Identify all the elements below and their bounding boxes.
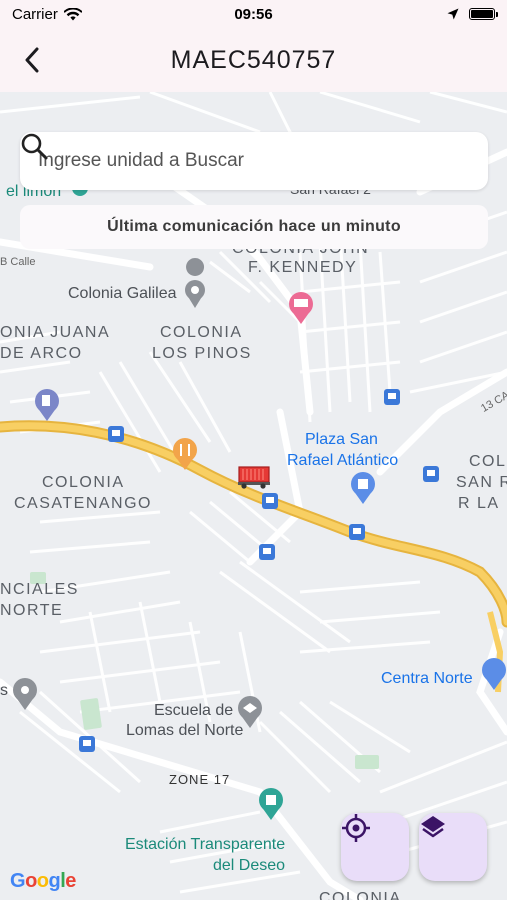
page-title: MAEC540757: [170, 45, 337, 74]
layers-icon: [421, 816, 445, 838]
search-bar: [20, 132, 488, 190]
app-header: MAEC540757: [0, 28, 507, 92]
search-icon: [21, 133, 48, 160]
label-nciales-1: NCIALES: [0, 581, 79, 598]
label-colonia-bottom: COLONIA: [319, 890, 402, 900]
vehicle-marker[interactable]: [237, 464, 271, 490]
label-escuela-1: Escuela de: [154, 702, 234, 719]
status-bar: Carrier 09:56: [0, 0, 507, 28]
label-estacion-2: del Deseo: [213, 857, 286, 874]
label-b-calle: B Calle: [0, 256, 36, 268]
map-view[interactable]: el limón San Rafael 2 COLONIA JOHN F. KE…: [0, 92, 507, 900]
wifi-icon: [63, 7, 82, 20]
battery-icon: [469, 8, 498, 20]
last-communication-banner: Última comunicación hace un minuto: [20, 205, 488, 249]
label-plaza-1: Plaza San: [305, 431, 378, 448]
crosshair-icon: [342, 814, 370, 842]
label-estacion-1: Estación Transparente: [125, 836, 286, 853]
google-logo: Google: [10, 870, 76, 892]
map-layers-button[interactable]: [419, 813, 487, 881]
search-button[interactable]: [21, 133, 470, 176]
label-san-rafael-1: COL: [469, 453, 507, 470]
label-casatenango-1: COLONIA: [42, 474, 125, 491]
label-nciales-2: NORTE: [0, 602, 64, 619]
label-pinos-1: COLONIA: [160, 324, 243, 341]
label-pinos-2: LOS PINOS: [152, 345, 252, 362]
label-juana-1: ONIA JUANA: [0, 324, 111, 341]
truck-icon: [238, 466, 270, 489]
location-arrow-icon: [447, 8, 459, 20]
label-casatenango-2: CASATENANGO: [14, 495, 152, 512]
label-zone-17: ZONE 17: [169, 772, 231, 787]
back-button[interactable]: [16, 44, 48, 76]
locate-me-button[interactable]: [341, 813, 409, 881]
back-arrow-icon: [25, 47, 39, 73]
clock: 09:56: [234, 5, 273, 23]
label-s-left: s: [0, 682, 8, 699]
label-centra-norte: Centra Norte: [381, 670, 473, 687]
label-kennedy: F. KENNEDY: [248, 259, 358, 276]
carrier-label: Carrier: [12, 5, 58, 23]
label-plaza-2: Rafael Atlántico: [287, 452, 399, 469]
label-colonia-galilea: Colonia Galilea: [68, 285, 177, 302]
label-escuela-2: Lomas del Norte: [126, 722, 244, 739]
label-san-rafael-3: R LA: [458, 495, 500, 512]
label-san-rafael-2b: SAN R: [456, 474, 507, 491]
label-juana-2: DE ARCO: [0, 345, 83, 362]
search-input[interactable]: [38, 150, 440, 172]
